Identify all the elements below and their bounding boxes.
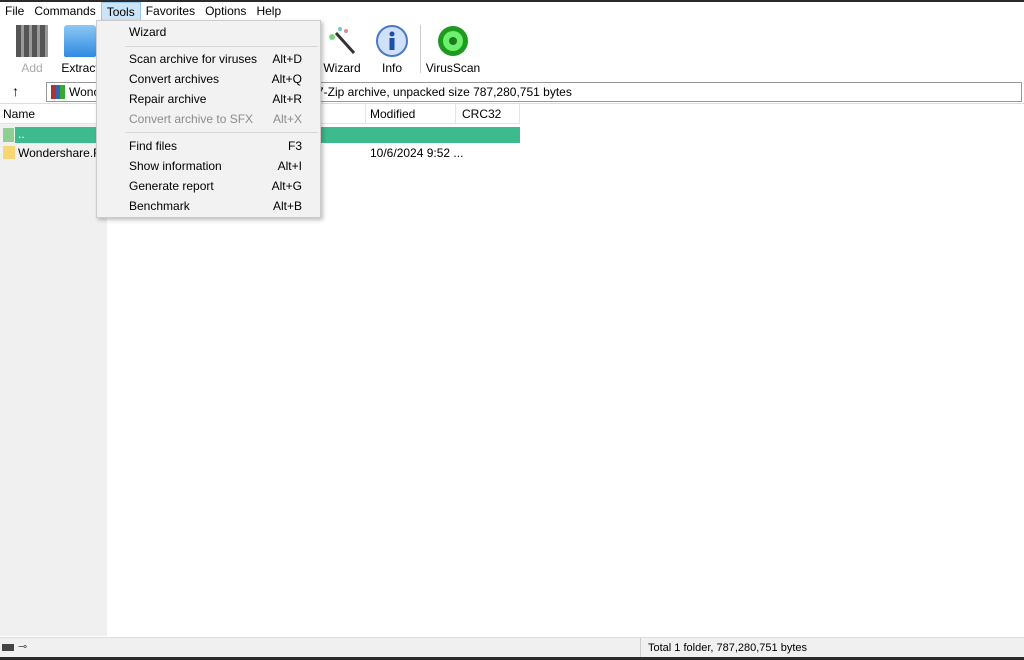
info-icon bbox=[376, 25, 408, 57]
tools-dropdown-menu: Wizard Scan archive for viruses Alt+D Con… bbox=[96, 20, 321, 218]
folder-icon bbox=[64, 25, 96, 57]
up-arrow-icon[interactable]: ↑ bbox=[12, 83, 19, 99]
magic-wand-icon bbox=[326, 25, 358, 57]
key-icon: ⊸ bbox=[18, 641, 28, 653]
virusscan-button[interactable]: VirusScan bbox=[425, 25, 481, 75]
left-pane bbox=[0, 124, 107, 636]
virus-scan-icon bbox=[437, 25, 469, 57]
archive-icon bbox=[51, 85, 65, 99]
menu-item-benchmark[interactable]: Benchmark Alt+B bbox=[129, 196, 302, 216]
column-crc32[interactable]: CRC32 bbox=[462, 107, 501, 121]
menu-item-show-information[interactable]: Show information Alt+I bbox=[129, 156, 302, 176]
menu-item-generate-report[interactable]: Generate report Alt+G bbox=[129, 176, 302, 196]
column-modified[interactable]: Modified bbox=[370, 107, 415, 121]
menu-item-wizard[interactable]: Wizard bbox=[129, 22, 302, 42]
menu-item-scan-viruses[interactable]: Scan archive for viruses Alt+D bbox=[129, 49, 302, 69]
menu-commands[interactable]: Commands bbox=[29, 2, 100, 21]
drive-icon bbox=[2, 644, 14, 651]
menu-tools[interactable]: Tools bbox=[100, 2, 141, 21]
menu-separator bbox=[125, 132, 318, 133]
menu-file[interactable]: File bbox=[0, 2, 29, 21]
info-button[interactable]: Info bbox=[364, 25, 420, 75]
parent-folder-icon bbox=[3, 128, 14, 142]
add-archive-icon bbox=[16, 25, 48, 57]
folder-icon bbox=[3, 146, 15, 159]
column-name[interactable]: Name bbox=[3, 107, 35, 121]
toolbar-separator bbox=[420, 25, 421, 73]
menu-separator bbox=[125, 46, 318, 47]
menu-item-convert-sfx: Convert archive to SFX Alt+X bbox=[129, 112, 302, 126]
menu-help[interactable]: Help bbox=[251, 2, 286, 21]
menu-options[interactable]: Options bbox=[200, 2, 251, 21]
menu-item-find-files[interactable]: Find files F3 bbox=[129, 136, 302, 156]
menu-bar: File Commands Tools Favorites Options He… bbox=[0, 2, 1024, 21]
menu-item-repair-archive[interactable]: Repair archive Alt+R bbox=[129, 89, 302, 109]
menu-item-convert-archives[interactable]: Convert archives Alt+Q bbox=[129, 69, 302, 89]
status-text: Total 1 folder, 787,280,751 bytes bbox=[648, 642, 808, 654]
wizard-button[interactable]: Wizard bbox=[314, 25, 370, 75]
status-bar: ⊸ Total 1 folder, 787,280,751 bytes bbox=[0, 637, 1024, 658]
menu-favorites[interactable]: Favorites bbox=[141, 2, 200, 21]
